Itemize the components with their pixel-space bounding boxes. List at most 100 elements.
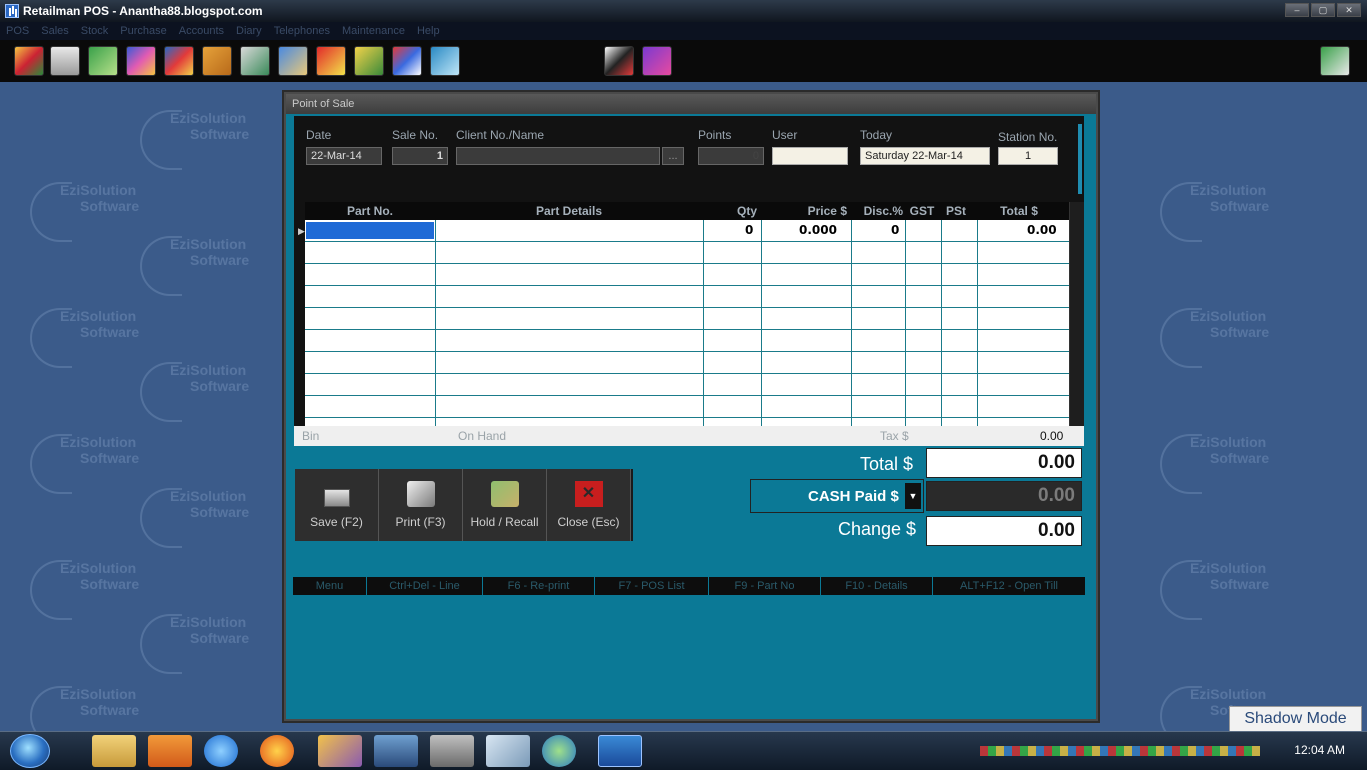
books-icon[interactable] (164, 46, 194, 76)
menu-telephones[interactable]: Telephones (274, 25, 330, 37)
user-photo-icon[interactable] (604, 46, 634, 76)
shadow-mode-badge[interactable]: Shadow Mode (1229, 706, 1362, 732)
price-cell[interactable]: 0.000 (799, 223, 837, 237)
globe-icon[interactable] (542, 735, 576, 767)
close-window-button[interactable]: ✕ (1337, 3, 1361, 17)
shortcut-menu[interactable]: Menu (293, 577, 367, 595)
chevron-down-icon[interactable]: ▼ (905, 483, 921, 509)
shortcut-part-no[interactable]: F9 - Part No (709, 577, 821, 595)
points-label: Points (698, 128, 732, 142)
table-row[interactable] (305, 352, 1071, 374)
retailman-taskbar-icon[interactable] (598, 735, 642, 767)
hold-recall-button[interactable]: Hold / Recall (463, 469, 547, 541)
total-label: Total $ (860, 454, 914, 474)
column-part-details[interactable]: Part Details (435, 202, 703, 220)
watermark-logo: EziSolutionSoftware (1160, 308, 1320, 368)
column-pst[interactable]: PSt (939, 202, 973, 220)
exit-icon[interactable] (1320, 46, 1350, 76)
shortcut-details[interactable]: F10 - Details (821, 577, 933, 595)
sale-lines-grid[interactable]: 0 0.000 0 0.00 (305, 220, 1071, 444)
minimize-button[interactable]: – (1285, 3, 1309, 17)
shortcut-delete-line[interactable]: Ctrl+Del - Line (367, 577, 483, 595)
tray-icons[interactable] (980, 746, 1260, 756)
firefox-icon[interactable] (260, 735, 294, 767)
qty-cell[interactable]: 0 (745, 223, 753, 237)
user-label: User (772, 128, 798, 142)
internet-explorer-icon[interactable] (204, 735, 238, 767)
menu-maintenance[interactable]: Maintenance (342, 25, 405, 37)
stock-icon[interactable] (88, 46, 118, 76)
help-book-icon[interactable] (642, 46, 672, 76)
grid-scrollbar[interactable] (1069, 202, 1084, 446)
cash-paid-label: CASH Paid $ (808, 488, 899, 505)
table-row[interactable] (305, 330, 1071, 352)
table-row[interactable] (305, 286, 1071, 308)
shortcut-pos-list[interactable]: F7 - POS List (595, 577, 709, 595)
table-row[interactable] (305, 264, 1071, 286)
table-row[interactable] (305, 396, 1071, 418)
client-field[interactable] (456, 147, 660, 165)
reports-icon[interactable] (316, 46, 346, 76)
staff-icon[interactable] (278, 46, 308, 76)
cash-paid-field[interactable]: 0.00 (926, 481, 1082, 511)
column-price[interactable]: Price $ (761, 202, 851, 220)
table-row[interactable] (305, 242, 1071, 264)
menu-help[interactable]: Help (417, 25, 440, 37)
tax-label: Tax $ (880, 429, 909, 443)
monitor-icon[interactable] (374, 735, 418, 767)
shortcut-open-till[interactable]: ALT+F12 - Open Till (933, 577, 1085, 595)
notebook-icon[interactable] (486, 735, 530, 767)
tax-value: 0.00 (1040, 429, 1064, 443)
menu-pos[interactable]: POS (6, 25, 29, 37)
document-icon[interactable] (50, 46, 80, 76)
column-part-no[interactable]: Part No. (305, 202, 435, 220)
client-lookup-button[interactable]: ... (662, 147, 684, 165)
start-button[interactable] (10, 734, 50, 768)
cards-icon[interactable] (240, 46, 270, 76)
media-player-icon[interactable] (148, 735, 192, 767)
menu-diary[interactable]: Diary (236, 25, 262, 37)
client-label: Client No./Name (456, 128, 545, 142)
payment-method-select[interactable]: CASH Paid $ ▼ (750, 479, 924, 513)
close-button[interactable]: ✕ Close (Esc) (547, 469, 631, 541)
app-icon (5, 4, 19, 18)
total-value: 0.00 (926, 448, 1082, 478)
column-gst[interactable]: GST (905, 202, 939, 220)
customers-icon[interactable] (126, 46, 156, 76)
telephone-icon[interactable] (354, 46, 384, 76)
user-field[interactable] (772, 147, 848, 165)
calculator-icon[interactable] (430, 46, 460, 76)
table-row[interactable] (305, 308, 1071, 330)
date-label: Date (306, 128, 332, 142)
print-button[interactable]: Print (F3) (379, 469, 463, 541)
watermark-logo: EziSolutionSoftware (30, 434, 190, 494)
watermark-logo: EziSolutionSoftware (140, 488, 300, 548)
menu-sales[interactable]: Sales (41, 25, 69, 37)
save-button[interactable]: Save (F2) (295, 469, 379, 541)
column-qty[interactable]: Qty (703, 202, 761, 220)
point-of-sale-dialog: Point of Sale Date 22-Mar-14 Sale No. 1 … (284, 92, 1098, 721)
save-icon (323, 489, 350, 507)
clock[interactable]: 12:04 AM (1294, 743, 1345, 757)
shortcut-strip: Menu Ctrl+Del - Line F6 - Re-print F7 - … (293, 577, 1085, 595)
pos-icon[interactable] (14, 46, 44, 76)
menu-purchase[interactable]: Purchase (120, 25, 166, 37)
calendar-icon[interactable] (392, 46, 422, 76)
points-field[interactable]: 0 (698, 147, 764, 165)
column-disc[interactable]: Disc.% (851, 202, 905, 220)
menu-bar: POS Sales Stock Purchase Accounts Diary … (0, 22, 1367, 40)
menu-stock[interactable]: Stock (81, 25, 109, 37)
menu-accounts[interactable]: Accounts (179, 25, 224, 37)
package-icon[interactable] (202, 46, 232, 76)
date-field[interactable]: 22-Mar-14 (306, 147, 382, 165)
table-row[interactable] (305, 374, 1071, 396)
notepad-icon[interactable] (318, 735, 362, 767)
disc-cell[interactable]: 0 (891, 223, 899, 237)
part-no-input[interactable] (306, 222, 434, 239)
explorer-icon[interactable] (92, 735, 136, 767)
maximize-button[interactable]: ▢ (1311, 3, 1335, 17)
sale-no-field[interactable]: 1 (392, 147, 448, 165)
column-total[interactable]: Total $ (973, 202, 1065, 220)
windows-icon[interactable] (430, 735, 474, 767)
shortcut-reprint[interactable]: F6 - Re-print (483, 577, 595, 595)
